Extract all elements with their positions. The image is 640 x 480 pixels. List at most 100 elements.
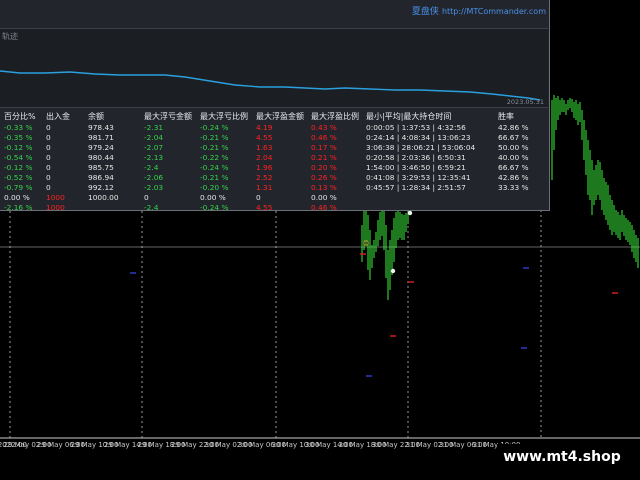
brand-link[interactable]: 夏盘侠 http://MTCommander.com xyxy=(412,4,546,17)
cell-pct: -0.12 % xyxy=(4,163,33,172)
cell-max-gain: 1.31 xyxy=(256,183,273,192)
cell-pct: -0.52 % xyxy=(4,173,33,182)
cell-win-rate: 42.86 % xyxy=(498,123,529,132)
cell-max-gain-pct: 0.00 % xyxy=(311,193,337,202)
cell-pct: -0.12 % xyxy=(4,143,33,152)
cell-pct: -0.54 % xyxy=(4,153,33,162)
cell-max-loss-pct: -0.22 % xyxy=(200,153,229,162)
cell-max-gain-pct: 0.43 % xyxy=(311,123,337,132)
cell-max-loss-pct: -0.24 % xyxy=(200,123,229,132)
cell-win-rate: 33.33 % xyxy=(498,183,529,192)
cell-flow: 0 xyxy=(46,143,51,152)
curve-date: 2023.05.31 xyxy=(506,98,544,106)
cell-max-loss: -2.07 xyxy=(144,143,164,152)
stats-header-row: 百分比% 出入金 余额 最大浮亏金额 最大浮亏比例 最大浮盈金额 最大浮盈比例 … xyxy=(0,110,548,123)
cell-hold-time: 0:24:14 | 4:08:34 | 13:06:23 xyxy=(366,133,471,142)
cell-max-loss: 0 xyxy=(144,193,149,202)
cell-flow: 0 xyxy=(46,163,51,172)
stats-row: -0.79 % 0 992.12 -2.03 -0.20 % 1.31 0.13 % 0:45… xyxy=(0,183,548,193)
cell-flow: 1000 xyxy=(46,203,65,212)
stats-panel: 夏盘侠 http://MTCommander.com 轨迹 2023.05.31 … xyxy=(0,0,550,213)
cell-max-loss-pct: -0.20 % xyxy=(200,183,229,192)
col-pct: 百分比% xyxy=(4,112,36,121)
panel-header: 夏盘侠 http://MTCommander.com xyxy=(0,0,550,28)
cell-max-loss-pct: -0.21 % xyxy=(200,143,229,152)
cell-balance: 985.75 xyxy=(88,163,114,172)
cell-max-gain: 2.52 xyxy=(256,173,273,182)
cell-max-loss-pct: -0.21 % xyxy=(200,133,229,142)
cell-flow: 0 xyxy=(46,153,51,162)
cell-max-gain: 2.04 xyxy=(256,153,273,162)
cell-pct: -0.79 % xyxy=(4,183,33,192)
cell-hold-time: 0:41:08 | 3:29:53 | 12:35:41 xyxy=(366,173,471,182)
cell-max-loss: -2.4 xyxy=(144,203,159,212)
cell-max-loss-pct: -0.24 % xyxy=(200,203,229,212)
cell-max-gain-pct: 0.46 % xyxy=(311,133,337,142)
stats-row: -0.54 % 0 980.44 -2.13 -0.22 % 2.04 0.21 % 0:20… xyxy=(0,153,548,163)
cell-max-gain-pct: 0.13 % xyxy=(311,183,337,192)
cell-balance: 992.12 xyxy=(88,183,114,192)
equity-curve: 轨迹 2023.05.31 xyxy=(0,28,548,108)
cell-max-gain-pct: 0.46 % xyxy=(311,203,337,212)
cell-pct: -0.33 % xyxy=(4,123,33,132)
stats-row: -2.16 % 1000 -2.4 -0.24 % 4.55 0.46 % xyxy=(0,203,548,213)
brand-name: 夏盘侠 xyxy=(411,7,439,17)
cell-pct: 0.00 % xyxy=(4,193,30,202)
cell-balance: 978.43 xyxy=(88,123,114,132)
cell-max-loss: -2.13 xyxy=(144,153,164,162)
cell-max-gain: 4.55 xyxy=(256,133,273,142)
stats-row: -0.35 % 0 981.71 -2.04 -0.21 % 4.55 0.46 % 0:24… xyxy=(0,133,548,143)
cell-flow: 0 xyxy=(46,183,51,192)
stats-row: 0.00 % 1000 1000.00 0 0.00 % 0 0.00 % xyxy=(0,193,548,203)
cell-max-gain: 4.19 xyxy=(256,123,273,132)
cell-max-gain-pct: 0.21 % xyxy=(311,153,337,162)
cell-max-loss-pct: 0.00 % xyxy=(200,193,226,202)
col-win-rate: 胜率 xyxy=(498,112,514,121)
order-ticks xyxy=(130,253,618,377)
cell-pct: -2.16 % xyxy=(4,203,33,212)
col-hold-time: 最小|平均|最大持仓时间 xyxy=(366,112,452,121)
cell-balance: 1000.00 xyxy=(88,193,119,202)
stats-body: -0.33 % 0 978.43 -2.31 -0.24 % 4.19 0.43 % 0:00… xyxy=(0,123,548,213)
cell-hold-time: 3:06:38 | 28:06:21 | 53:06:04 xyxy=(366,143,476,152)
cell-balance: 981.71 xyxy=(88,133,114,142)
cell-max-gain: 1.96 xyxy=(256,163,273,172)
cell-win-rate: 50.00 % xyxy=(498,143,529,152)
cell-max-loss: -2.4 xyxy=(144,163,159,172)
equity-curve-line xyxy=(0,70,541,101)
col-balance: 余额 xyxy=(88,112,104,121)
cell-flow: 0 xyxy=(46,123,51,132)
cell-win-rate: 66.67 % xyxy=(498,133,529,142)
col-max-loss: 最大浮亏金额 xyxy=(144,112,192,121)
cell-balance: 986.94 xyxy=(88,173,114,182)
cell-balance: 979.24 xyxy=(88,143,114,152)
brand-url[interactable]: http://MTCommander.com xyxy=(442,7,546,16)
cell-hold-time: 0:00:05 | 1:37:53 | 4:32:56 xyxy=(366,123,466,132)
col-max-loss-pct: 最大浮亏比例 xyxy=(200,112,248,121)
stats-row: -0.12 % 0 979.24 -2.07 -0.21 % 1.63 0.17 % 3:06… xyxy=(0,143,548,153)
cell-win-rate: 42.86 % xyxy=(498,173,529,182)
cell-max-loss: -2.04 xyxy=(144,133,164,142)
cell-hold-time: 0:45:57 | 1:28:34 | 2:51:57 xyxy=(366,183,466,192)
cell-max-gain-pct: 0.20 % xyxy=(311,163,337,172)
stats-row: -0.33 % 0 978.43 -2.31 -0.24 % 4.19 0.43 % 0:00… xyxy=(0,123,548,133)
cell-flow: 0 xyxy=(46,173,51,182)
watermark: www.mt4.shop xyxy=(497,444,627,470)
col-max-gain: 最大浮盈金额 xyxy=(256,112,304,121)
cell-max-gain: 4.55 xyxy=(256,203,273,212)
col-flow: 出入金 xyxy=(46,112,70,121)
cell-max-gain-pct: 0.17 % xyxy=(311,143,337,152)
cell-max-loss-pct: -0.24 % xyxy=(200,163,229,172)
cell-balance: 980.44 xyxy=(88,153,114,162)
curve-title: 轨迹 xyxy=(2,32,18,41)
cell-max-loss-pct: -0.21 % xyxy=(200,173,229,182)
cell-flow: 0 xyxy=(46,133,51,142)
cell-pct: -0.35 % xyxy=(4,133,33,142)
cell-max-gain: 0 xyxy=(256,193,261,202)
stats-table: 百分比% 出入金 余额 最大浮亏金额 最大浮亏比例 最大浮盈金额 最大浮盈比例 … xyxy=(0,110,548,213)
cell-hold-time: 1:54:00 | 3:46:50 | 6:59:21 xyxy=(366,163,466,172)
cell-max-gain-pct: 0.26 % xyxy=(311,173,337,182)
stats-row: -0.12 % 0 985.75 -2.4 -0.24 % 1.96 0.20 % 1:54:… xyxy=(0,163,548,173)
cell-max-loss: -2.03 xyxy=(144,183,164,192)
cell-max-gain: 1.63 xyxy=(256,143,273,152)
